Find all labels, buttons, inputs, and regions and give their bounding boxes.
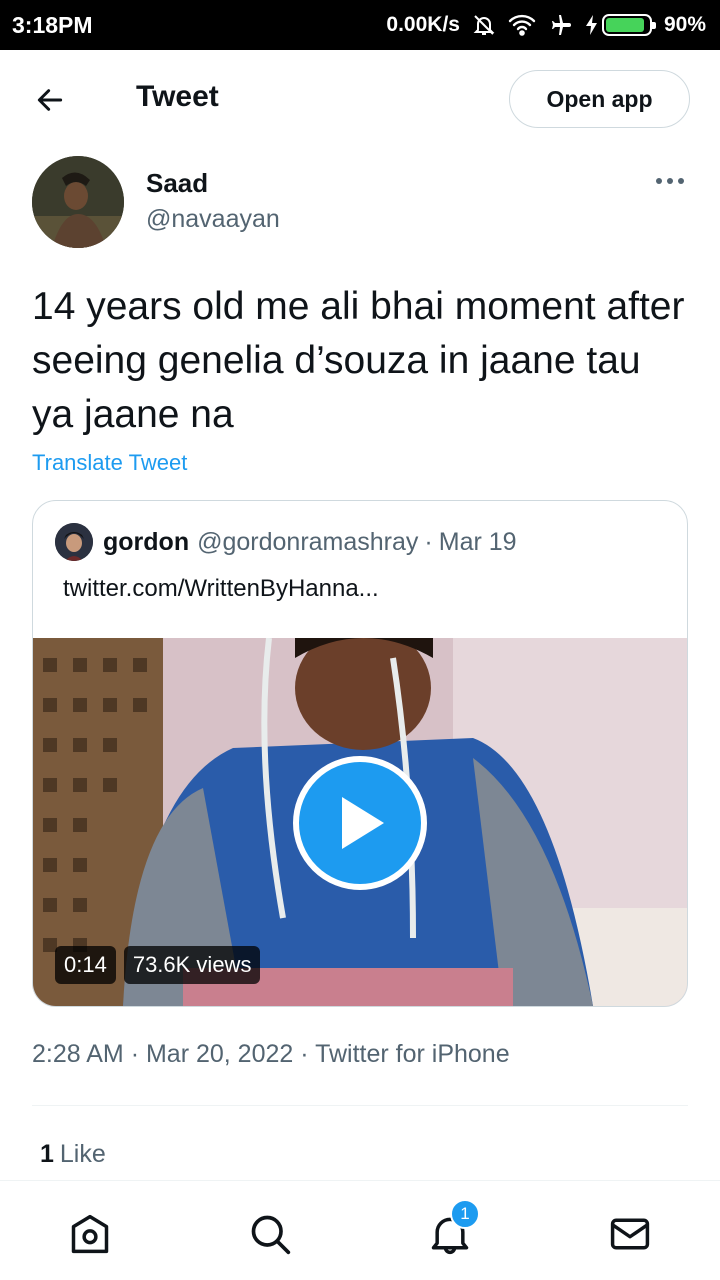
divider — [32, 1105, 688, 1106]
quoted-author-name: gordon — [103, 527, 190, 556]
separator-dot: · — [300, 1040, 309, 1068]
page-title: Tweet — [136, 80, 219, 113]
nav-home[interactable] — [65, 1209, 115, 1259]
tweet-timestamp: 2:28 AM · Mar 20, 2022 · Twitter for iPh… — [32, 1040, 510, 1069]
quoted-author-avatar — [55, 523, 93, 561]
airplane-icon — [548, 13, 574, 37]
notifications-badge: 1 — [450, 1199, 480, 1229]
app-bar: Tweet Open app — [0, 50, 720, 148]
search-icon — [251, 1215, 291, 1255]
tweet-text: 14 years old me ali bhai moment after se… — [32, 285, 685, 436]
battery-fill — [605, 18, 644, 32]
charging-icon — [585, 15, 597, 35]
back-button[interactable] — [30, 80, 70, 120]
video-thumbnail[interactable]: 0:14 73.6K views — [33, 638, 687, 1006]
play-button[interactable] — [293, 756, 427, 890]
likes-count: 1 — [40, 1140, 54, 1168]
tweet-source[interactable]: Twitter for iPhone — [315, 1040, 510, 1068]
alarm-off-icon — [472, 13, 496, 37]
quoted-tweet-link[interactable]: twitter.com/WrittenByHanna... — [63, 575, 379, 603]
video-info: 0:14 73.6K views — [55, 946, 261, 984]
author-name[interactable]: Saad — [146, 168, 208, 199]
back-arrow-icon — [37, 89, 63, 111]
likes-row[interactable]: 1 Like — [40, 1140, 106, 1169]
tweet-time: 2:28 AM — [32, 1040, 124, 1068]
separator-dot: · — [424, 527, 433, 556]
open-app-button[interactable]: Open app — [509, 70, 690, 128]
battery-percent: 90% — [663, 13, 706, 36]
translate-tweet-link[interactable]: Translate Tweet — [32, 450, 187, 476]
likes-label: Like — [59, 1140, 106, 1168]
quoted-tweet-card[interactable]: gordon @gordonramashray · Mar 19 twitter… — [32, 500, 688, 1007]
status-icons: 0.00K/s 90% — [386, 13, 706, 37]
more-icon — [656, 178, 684, 184]
video-duration: 0:14 — [55, 946, 116, 984]
author-avatar[interactable] — [32, 156, 124, 248]
battery-icon — [585, 14, 656, 36]
messages-icon — [610, 1218, 650, 1250]
tweet-date: Mar 20, 2022 — [145, 1040, 294, 1068]
wifi-icon — [508, 14, 536, 36]
home-icon — [71, 1214, 109, 1254]
status-time: 3:18PM — [12, 11, 93, 38]
author-handle[interactable]: @navaayan — [146, 205, 280, 234]
status-bar: 3:18PM 0.00K/s 90% — [0, 0, 720, 50]
video-views: 73.6K views — [123, 946, 261, 984]
nav-search[interactable] — [245, 1209, 295, 1259]
bottom-navigation: 1 — [0, 1180, 720, 1280]
quoted-tweet-date: Mar 19 — [438, 527, 517, 556]
quoted-author-handle: @gordonramashray — [197, 527, 419, 556]
more-options-button[interactable] — [648, 166, 692, 196]
separator-dot: · — [130, 1040, 140, 1068]
nav-messages[interactable] — [605, 1209, 655, 1259]
network-speed: 0.00K/s — [386, 13, 460, 36]
quoted-tweet-header: gordon @gordonramashray · Mar 19 — [55, 523, 517, 561]
play-icon — [342, 797, 384, 849]
battery-level — [601, 14, 656, 36]
